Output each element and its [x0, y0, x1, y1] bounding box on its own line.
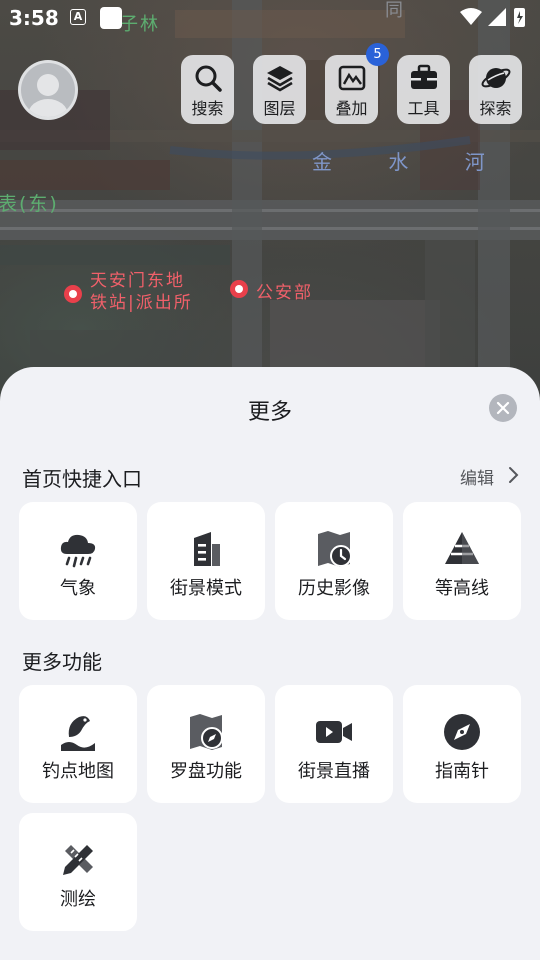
- weather-cloud-icon: [60, 534, 96, 568]
- building-icon: [194, 532, 220, 566]
- search-label: 搜索: [191, 99, 224, 118]
- shortcut-section-title: 首页快捷入口: [22, 467, 142, 491]
- video-camera-icon: [316, 721, 352, 743]
- tile-street-live[interactable]: 街景直播: [275, 685, 393, 803]
- map-label-poi-ministry[interactable]: 公安部: [256, 278, 313, 303]
- tile-surveying[interactable]: 测绘: [19, 813, 137, 931]
- compass-icon: [444, 714, 480, 750]
- status-time: 3:58: [9, 6, 59, 30]
- tile-fishing-map[interactable]: 钓点地图: [19, 685, 137, 803]
- more-section-title: 更多功能: [22, 650, 102, 674]
- search-icon: [195, 65, 222, 92]
- tools-button[interactable]: 工具: [397, 55, 450, 124]
- user-avatar-icon: [28, 74, 68, 117]
- layers-label: 图层: [263, 99, 296, 118]
- contour-cone-icon: [445, 532, 479, 564]
- survey-pencil-icon: [63, 845, 93, 875]
- signal-icon: [488, 8, 506, 26]
- toolbox-icon: [410, 64, 437, 89]
- overlay-button[interactable]: 叠加: [325, 55, 378, 124]
- tile-label: 测绘: [60, 889, 96, 910]
- status-icons: [460, 8, 525, 27]
- notification-square-icon: [100, 7, 122, 29]
- poi-pin-icon[interactable]: [64, 285, 82, 303]
- tile-label: 罗盘功能: [170, 761, 242, 782]
- tile-label: 历史影像: [298, 578, 370, 599]
- tile-label: 气象: [60, 578, 96, 599]
- tile-weather[interactable]: 气象: [19, 502, 137, 620]
- tile-compass-map[interactable]: 罗盘功能: [147, 685, 265, 803]
- tile-contour[interactable]: 等高线: [403, 502, 521, 620]
- close-icon: [496, 401, 510, 415]
- notification-a-icon: A: [70, 9, 86, 25]
- history-map-icon: [318, 531, 352, 567]
- map-label-district: 表(东): [0, 193, 59, 215]
- map-label-river: 金 水 河: [312, 150, 503, 174]
- layers-icon: [266, 66, 293, 92]
- close-button[interactable]: [489, 394, 517, 422]
- status-bar: 3:58 A: [0, 0, 540, 36]
- layers-button[interactable]: 图层: [253, 55, 306, 124]
- edit-label: 编辑: [460, 469, 494, 489]
- tile-compass[interactable]: 指南针: [403, 685, 521, 803]
- explore-button[interactable]: 探索: [469, 55, 522, 124]
- tile-label: 钓点地图: [42, 761, 114, 782]
- overlay-map-icon: [338, 65, 365, 91]
- search-button[interactable]: 搜索: [181, 55, 234, 124]
- more-bottom-sheet: 更多 首页快捷入口 编辑 气象 街景模式 历史影像 等高线 更多功能 钓点地图 …: [0, 367, 540, 960]
- sheet-title: 更多: [247, 400, 292, 425]
- avatar[interactable]: [18, 60, 78, 120]
- tile-label: 指南针: [435, 761, 489, 782]
- compass-map-icon: [190, 714, 223, 750]
- edit-link[interactable]: 编辑: [460, 464, 519, 489]
- map-label-poi-station[interactable]: 天安门东地铁站|派出所: [90, 270, 200, 314]
- wifi-icon: [460, 8, 482, 25]
- tools-label: 工具: [407, 99, 440, 118]
- poi-pin-icon[interactable]: [230, 280, 248, 298]
- overlay-label: 叠加: [335, 99, 368, 118]
- overlay-count-badge: 5: [366, 43, 389, 66]
- fishing-icon: [61, 716, 95, 751]
- explore-label: 探索: [479, 99, 512, 118]
- tile-street-view[interactable]: 街景模式: [147, 502, 265, 620]
- chevron-right-icon: [509, 467, 519, 483]
- tile-history-imagery[interactable]: 历史影像: [275, 502, 393, 620]
- planet-icon: [481, 68, 510, 88]
- tile-label: 街景模式: [170, 578, 242, 599]
- tile-label: 街景直播: [298, 761, 370, 782]
- tile-label: 等高线: [435, 578, 489, 599]
